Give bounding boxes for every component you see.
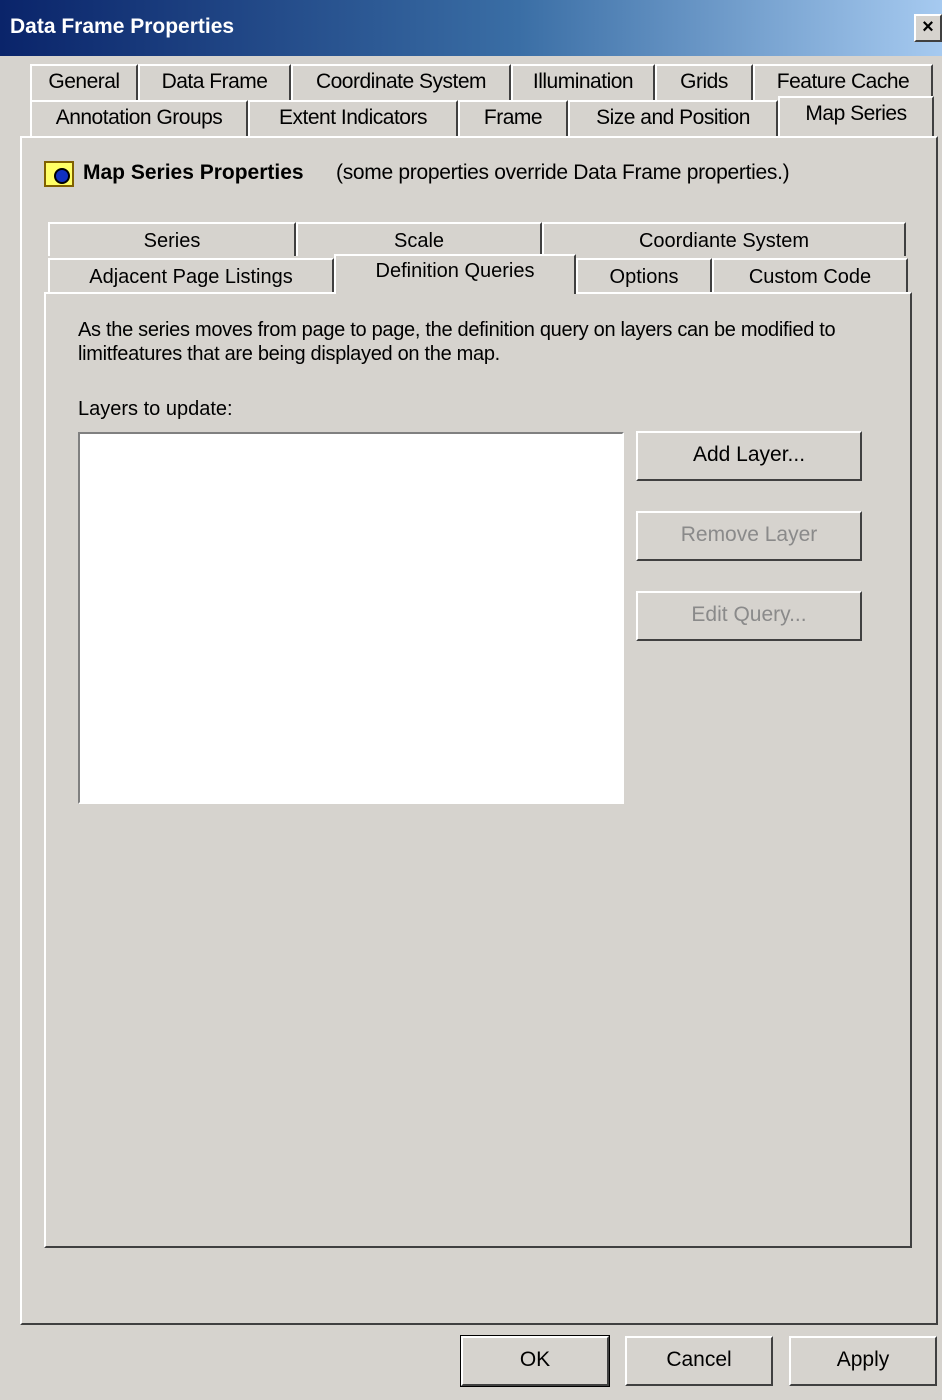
tab-grids[interactable]: Grids: [655, 64, 753, 100]
tab-coordiante-system[interactable]: Coordiante System: [542, 222, 906, 256]
edit-query-button[interactable]: Edit Query...: [636, 591, 862, 641]
tab-map-series[interactable]: Map Series: [778, 96, 934, 136]
tab-definition-queries[interactable]: Definition Queries: [334, 254, 576, 294]
ok-button[interactable]: OK: [460, 1335, 610, 1387]
tab-size-and-position[interactable]: Size and Position: [568, 100, 778, 136]
tab-adjacent-page-listings[interactable]: Adjacent Page Listings: [48, 258, 334, 292]
map-series-note: (some properties override Data Frame pro…: [336, 161, 790, 184]
tab-options[interactable]: Options: [576, 258, 712, 292]
tab-feature-cache[interactable]: Feature Cache: [753, 64, 933, 100]
tab-annotation-groups[interactable]: Annotation Groups: [30, 100, 248, 136]
definition-queries-description: As the series moves from page to page, t…: [78, 319, 836, 365]
close-button[interactable]: ×: [914, 14, 942, 42]
cancel-button[interactable]: Cancel: [625, 1336, 773, 1386]
tab-custom-code[interactable]: Custom Code: [712, 258, 908, 292]
remove-layer-button[interactable]: Remove Layer: [636, 511, 862, 561]
add-layer-button[interactable]: Add Layer...: [636, 431, 862, 481]
tab-data-frame[interactable]: Data Frame: [138, 64, 291, 100]
tab-general[interactable]: General: [30, 64, 138, 100]
layers-to-update-list[interactable]: [78, 432, 624, 804]
tab-series[interactable]: Series: [48, 222, 296, 256]
apply-button[interactable]: Apply: [789, 1336, 937, 1386]
tab-scale[interactable]: Scale: [296, 222, 542, 256]
tab-extent-indicators[interactable]: Extent Indicators: [248, 100, 458, 136]
tab-frame[interactable]: Frame: [458, 100, 568, 136]
layers-to-update-label: Layers to update:: [78, 398, 233, 420]
map-series-icon: [44, 161, 74, 187]
window-title: Data Frame Properties: [10, 15, 235, 38]
tab-illumination[interactable]: Illumination: [511, 64, 655, 100]
close-icon: ×: [922, 16, 934, 38]
map-series-title: Map Series Properties: [83, 161, 304, 184]
tab-coordinate-system[interactable]: Coordinate System: [291, 64, 511, 100]
